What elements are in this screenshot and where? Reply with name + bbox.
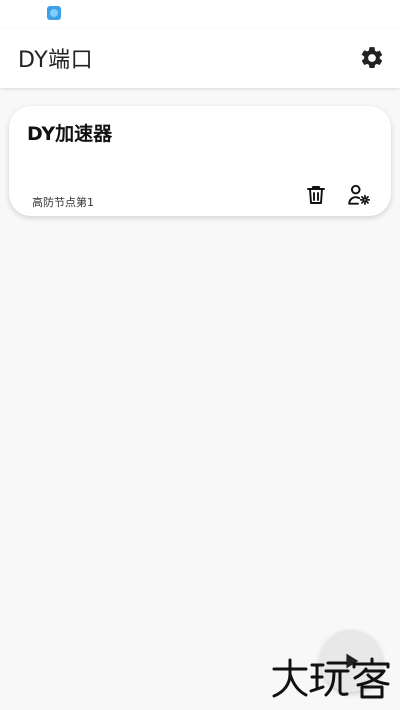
status-bar: [0, 0, 400, 28]
card-title: DY加速器: [27, 123, 113, 145]
card-subtitle: 高防节点第1: [32, 196, 94, 209]
user-settings-button[interactable]: [345, 181, 373, 209]
gear-icon: [361, 47, 383, 69]
settings-button[interactable]: [358, 44, 386, 72]
server-card[interactable]: DY加速器 高防节点第1: [9, 106, 391, 216]
delete-button[interactable]: [302, 181, 330, 209]
app-notification-icon: [47, 6, 61, 20]
user-settings-icon: [348, 184, 371, 205]
app-bar: DY端口: [0, 28, 400, 88]
trash-icon: [307, 186, 325, 204]
page-title: DY端口: [18, 48, 94, 73]
watermark-logo: [272, 657, 390, 699]
